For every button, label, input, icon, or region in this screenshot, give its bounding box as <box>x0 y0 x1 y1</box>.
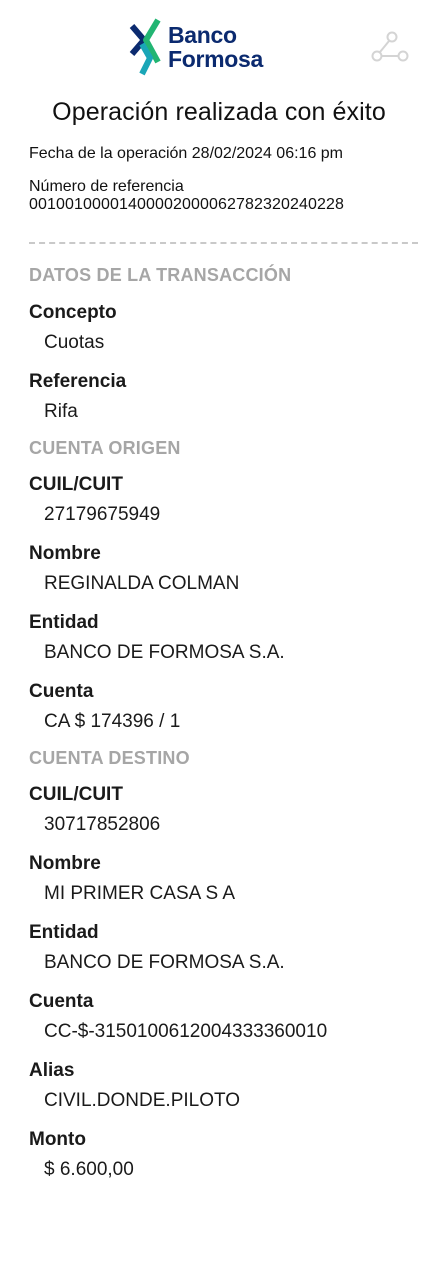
field-destination-monto: Monto $ 6.600,00 <box>0 1128 438 1182</box>
field-label: Nombre <box>29 853 101 874</box>
logo-text-line1: Banco <box>168 22 237 48</box>
field-value: $ 6.600,00 <box>44 1159 134 1180</box>
page-title: Operación realizada con éxito <box>52 98 386 126</box>
field-origin-cuenta: Cuenta CA $ 174396 / 1 <box>0 680 438 734</box>
field-value: CA $ 174396 / 1 <box>44 711 181 732</box>
field-value: CC-$-3150100612004333360010 <box>44 1021 328 1042</box>
reference-number-label: Número de referencia <box>29 178 184 195</box>
field-destination-alias: Alias CIVIL.DONDE.PILOTO <box>0 1059 438 1113</box>
field-value: MI PRIMER CASA S A <box>44 883 236 904</box>
field-origin-entidad: Entidad BANCO DE FORMOSA S.A. <box>0 611 438 665</box>
reference-number-value: 00100100001400002000062782320240228 <box>29 196 344 213</box>
section-title-destination: CUENTA DESTINO <box>29 748 190 768</box>
share-icon <box>371 31 409 62</box>
field-label: Concepto <box>29 302 117 323</box>
field-label: CUIL/CUIT <box>29 474 123 495</box>
field-value: BANCO DE FORMOSA S.A. <box>44 642 285 663</box>
field-concepto: Concepto Cuotas <box>0 301 438 355</box>
field-label: Entidad <box>29 612 99 633</box>
operation-meta: Fecha de la operación 28/02/2024 06:16 p… <box>0 144 438 214</box>
field-value: REGINALDA COLMAN <box>44 573 240 594</box>
field-label: Nombre <box>29 543 101 564</box>
field-value: Rifa <box>44 401 78 422</box>
field-destination-nombre: Nombre MI PRIMER CASA S A <box>0 852 438 906</box>
field-origin-cuit: CUIL/CUIT 27179675949 <box>0 473 438 527</box>
operation-date: Fecha de la operación 28/02/2024 06:16 p… <box>29 145 344 162</box>
field-value: Cuotas <box>44 332 105 353</box>
bank-logo: Banco Formosa <box>128 18 263 76</box>
field-destination-cuit: CUIL/CUIT 30717852806 <box>0 783 438 837</box>
field-label: Alias <box>29 1060 75 1081</box>
field-value: 30717852806 <box>44 814 161 835</box>
field-destination-entidad: Entidad BANCO DE FORMOSA S.A. <box>0 921 438 975</box>
section-title-transaction: DATOS DE LA TRANSACCIÓN <box>29 265 292 285</box>
share-button[interactable] <box>370 30 410 66</box>
logo-text-line2: Formosa <box>168 46 264 72</box>
section-title-origin: CUENTA ORIGEN <box>29 438 181 458</box>
field-value: CIVIL.DONDE.PILOTO <box>44 1090 241 1111</box>
field-value: BANCO DE FORMOSA S.A. <box>44 952 285 973</box>
banco-formosa-logo-icon <box>129 18 161 76</box>
field-origin-nombre: Nombre REGINALDA COLMAN <box>0 542 438 596</box>
dashed-divider <box>29 242 418 244</box>
field-label: Cuenta <box>29 681 94 702</box>
field-value: 27179675949 <box>44 504 161 525</box>
field-label: Cuenta <box>29 991 94 1012</box>
field-label: Monto <box>29 1129 86 1150</box>
field-label: Entidad <box>29 922 99 943</box>
field-referencia: Referencia Rifa <box>0 370 438 424</box>
field-destination-cuenta: Cuenta CC-$-3150100612004333360010 <box>0 990 438 1044</box>
field-label: Referencia <box>29 371 127 392</box>
header: Banco Formosa <box>0 0 438 90</box>
field-label: CUIL/CUIT <box>29 784 123 805</box>
